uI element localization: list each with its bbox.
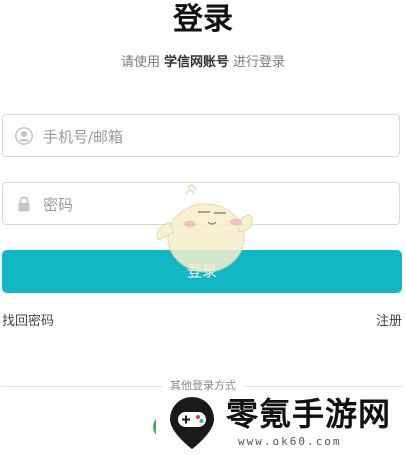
login-subtitle: 请使用 学信网账号 进行登录 xyxy=(0,54,406,72)
username-field[interactable] xyxy=(2,114,400,158)
subtitle-account-name: 学信网账号 xyxy=(163,55,229,70)
watermark-title: 零氪手游网 xyxy=(226,395,392,433)
subtitle-prefix: 请使用 xyxy=(120,55,160,70)
forgot-password-link[interactable]: 找回密码 xyxy=(2,313,54,331)
user-icon xyxy=(15,127,33,145)
gamepad-pin-icon xyxy=(170,397,214,449)
mascot-illustration xyxy=(156,184,253,273)
lock-icon xyxy=(18,196,30,212)
watermark: 零氪手游网 www.ok60.com xyxy=(156,391,406,455)
watermark-url: www.ok60.com xyxy=(238,435,342,448)
subtitle-suffix: 进行登录 xyxy=(233,55,286,70)
register-link[interactable]: 注册 xyxy=(376,313,402,331)
username-input[interactable] xyxy=(41,115,395,158)
page-title: 登录 xyxy=(173,2,233,37)
